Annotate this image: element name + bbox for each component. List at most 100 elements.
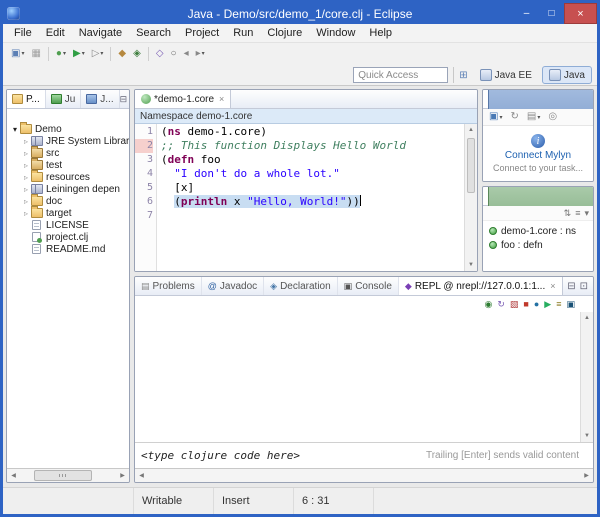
tree-expand-icon[interactable]: ▹	[21, 185, 31, 194]
scroll-left-icon[interactable]: ◀	[7, 472, 20, 479]
repl-reconnect-icon[interactable]: ●	[534, 300, 539, 309]
tree-item-leiningen-depen[interactable]: ▹Leiningen depen	[7, 183, 129, 195]
bottom-minimize-view-icon[interactable]: ⊟	[567, 281, 575, 292]
perspective-java-ee[interactable]: Java EE	[473, 66, 539, 84]
editor-vscrollbar[interactable]: ▲ ▼	[464, 124, 477, 271]
tab-repl-nrepl-127-0-0-1-1[interactable]: ◆REPL @ nrepl://127.0.0.1:1...×	[399, 277, 563, 295]
menu-project[interactable]: Project	[178, 25, 226, 41]
view-tab-j[interactable]: J...	[81, 90, 119, 108]
tab-problems[interactable]: ▤Problems	[135, 277, 202, 295]
menu-run[interactable]: Run	[226, 25, 260, 41]
scroll-right-icon[interactable]: ▶	[116, 472, 129, 479]
menu-help[interactable]: Help	[362, 25, 399, 41]
tree-expand-icon[interactable]: ▹	[21, 161, 31, 170]
repl-interrupt-icon[interactable]: ■	[523, 300, 528, 309]
tree-expand-icon[interactable]: ▹	[21, 209, 31, 218]
outline-menu-icon[interactable]: ▾	[584, 208, 589, 219]
menu-file[interactable]: File	[7, 25, 39, 41]
package-explorer-hscrollbar[interactable]: ◀ ▶	[7, 468, 129, 482]
tree-item-test[interactable]: ▹test	[7, 159, 129, 171]
menu-navigate[interactable]: Navigate	[72, 25, 129, 41]
repl-scroll-left-icon[interactable]: ◀	[135, 472, 148, 479]
repl-hscroll-track[interactable]	[148, 469, 580, 482]
tree-item-target[interactable]: ▹target	[7, 207, 129, 219]
tree-item-demo[interactable]: ▾Demo	[7, 123, 129, 135]
menu-search[interactable]: Search	[129, 25, 178, 41]
hscroll-thumb[interactable]	[34, 470, 92, 481]
repl-refresh-icon[interactable]: ↻	[497, 300, 505, 309]
editor-scroll-up-icon[interactable]: ▲	[465, 124, 477, 136]
quick-access-input[interactable]	[353, 67, 448, 83]
close-tab-icon[interactable]: ×	[550, 281, 555, 291]
new-wizard-icon[interactable]: ▣▾	[8, 45, 27, 62]
bottom-maximize-view-icon[interactable]: ⊡	[580, 281, 588, 292]
run-icon[interactable]: ▶▾	[70, 45, 88, 62]
editor-scroll-down-icon[interactable]: ▼	[465, 259, 477, 271]
tree-expand-icon[interactable]: ▹	[21, 137, 31, 146]
sort-icon[interactable]: ⇅	[564, 208, 572, 219]
menu-edit[interactable]: Edit	[39, 25, 72, 41]
tab-declaration[interactable]: ◈Declaration	[264, 277, 338, 295]
tree-item-license[interactable]: LICENSE	[7, 219, 129, 231]
hide-fields-icon[interactable]: ≡	[575, 208, 580, 218]
connect-mylyn-link[interactable]: Connect Mylyn	[505, 150, 571, 161]
repl-scroll-up-icon[interactable]: ▲	[581, 312, 593, 324]
last-edit-location-icon[interactable]: ◂	[181, 45, 192, 62]
maximize-button[interactable]: □	[539, 3, 564, 24]
outline-item-demo-1-core-ns[interactable]: demo-1.core : ns	[483, 224, 593, 238]
menu-window[interactable]: Window	[309, 25, 362, 41]
new-java-project-icon[interactable]: ◆	[115, 45, 129, 62]
outline-item-foo-defn[interactable]: foo : defn	[483, 238, 593, 252]
tree-item-project-clj[interactable]: project.clj	[7, 231, 129, 243]
repl-vscrollbar[interactable]: ▲ ▼	[580, 312, 593, 442]
tab-javadoc[interactable]: @Javadoc	[202, 277, 264, 295]
repl-vscroll-track[interactable]	[581, 324, 593, 430]
debug-icon[interactable]: ●▾	[53, 45, 69, 62]
repl-clear-icon[interactable]: ▧	[510, 300, 519, 309]
tab-console[interactable]: ▣Console	[338, 277, 399, 295]
repl-hscrollbar[interactable]: ◀ ▶	[135, 468, 593, 482]
tree-item-resources[interactable]: ▹resources	[7, 171, 129, 183]
code-area[interactable]: (ns demo-1.core);; This function Display…	[157, 124, 464, 271]
namespace-breadcrumb[interactable]: Namespace demo-1.core	[135, 109, 477, 124]
editor-tab[interactable]: *demo-1.core ×	[135, 90, 231, 108]
new-task-icon[interactable]: ▣▾	[486, 109, 505, 126]
repl-input[interactable]: <type clojure code here>	[141, 449, 426, 462]
hscroll-track[interactable]	[20, 469, 116, 482]
tree-item-jre-system-librar[interactable]: ▹JRE System Librar	[7, 135, 129, 147]
tree-expand-icon[interactable]: ▹	[21, 197, 31, 206]
repl-eval-icon[interactable]: ▶	[544, 300, 551, 309]
tree-expand-icon[interactable]: ▹	[21, 173, 31, 182]
tree-expand-icon[interactable]: ▾	[10, 125, 20, 134]
repl-scroll-right-icon[interactable]: ▶	[580, 472, 593, 479]
tree-item-readme-md[interactable]: README.md	[7, 243, 129, 255]
repl-new-console-icon[interactable]: ▣	[566, 300, 575, 309]
search-icon[interactable]: ○	[168, 45, 180, 62]
view-tab-p[interactable]: P...	[7, 90, 46, 108]
view-tab-task-list[interactable]: Tas... ×	[483, 90, 594, 108]
repl-namespace-icon[interactable]: ◉	[485, 300, 493, 309]
categorized-view-icon[interactable]: ▤▾	[524, 109, 543, 126]
tree-item-doc[interactable]: ▹doc	[7, 195, 129, 207]
tree-item-src[interactable]: ▹src	[7, 147, 129, 159]
minimize-button[interactable]: –	[514, 3, 539, 24]
collapse-all-icon[interactable]: ⊟	[120, 94, 128, 105]
view-tab-ju[interactable]: Ju	[46, 90, 82, 108]
menu-clojure[interactable]: Clojure	[260, 25, 309, 41]
focus-on-workweek-icon[interactable]: ◎	[545, 109, 560, 126]
close-button[interactable]: ×	[564, 3, 597, 24]
editor-vscroll-track[interactable]	[465, 136, 477, 259]
editor-vscroll-thumb[interactable]	[467, 138, 475, 193]
run-external-icon[interactable]: ▷▾	[89, 45, 107, 62]
save-icon[interactable]: ▦	[28, 45, 43, 62]
sync-tasks-icon[interactable]: ↻	[507, 109, 521, 126]
open-perspective-icon[interactable]: ⊞	[459, 70, 467, 81]
repl-scroll-down-icon[interactable]: ▼	[581, 430, 593, 442]
perspective-java[interactable]: Java	[542, 66, 592, 84]
new-class-icon[interactable]: ◈	[130, 45, 144, 62]
tree-expand-icon[interactable]: ▹	[21, 149, 31, 158]
repl-history-icon[interactable]: ≡	[556, 300, 561, 309]
next-annotation-icon[interactable]: ▸▾	[193, 45, 208, 62]
editor-tab-close-icon[interactable]: ×	[219, 94, 224, 104]
open-type-icon[interactable]: ◇	[153, 45, 167, 62]
